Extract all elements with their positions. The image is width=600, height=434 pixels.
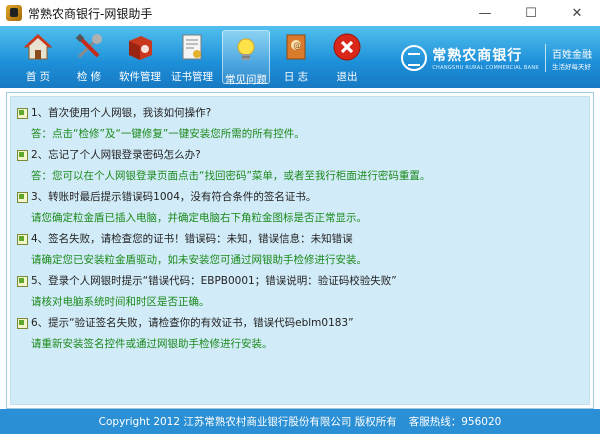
certificate-icon bbox=[182, 34, 202, 60]
svg-text:@: @ bbox=[293, 41, 301, 50]
brand-divider bbox=[545, 44, 546, 72]
faq-answer: 答：您可以在个人网银登录页面点击“找回密码”菜单，或者至我行柜面进行密码重置。 bbox=[17, 165, 583, 186]
faq-answer-text: 请您确定粒金盾已插入电脑，并确定电脑右下角粒金图标是否正常显示。 bbox=[31, 212, 367, 224]
faq-question-text: 1、首次使用个人网银，我该如何操作? bbox=[31, 107, 212, 119]
bank-name: 常熟农商银行 bbox=[432, 48, 523, 64]
tools-icon bbox=[75, 33, 102, 59]
toolbar-faq-label: 常见问题 bbox=[225, 74, 267, 86]
faq-question-text: 4、签名失败，请检查您的证书！错误码：未知，错误信息：未知错误 bbox=[31, 233, 353, 245]
toolbar-repair-label: 检 修 bbox=[76, 71, 102, 83]
window-title: 常熟农商银行-网银助手 bbox=[28, 6, 153, 21]
brand-slogan-block: 百姓金融 生活好每天好 bbox=[552, 46, 592, 71]
faq-question: 4、签名失败，请检查您的证书！错误码：未知，错误信息：未知错误 bbox=[17, 228, 583, 249]
close-button[interactable]: ✕ bbox=[554, 0, 600, 26]
faq-question-text: 5、登录个人网银时提示“错误代码：EBPB0001；错误说明：验证码校验失败” bbox=[31, 275, 397, 287]
faq-answer: 请重新安装签名控件或通过网银助手检修进行安装。 bbox=[17, 333, 583, 354]
toolbar-faq-button[interactable]: 常见问题 bbox=[222, 30, 270, 86]
question-bullet-icon bbox=[17, 317, 28, 329]
brand-text: 常熟农商银行 CHANGSHU RURAL COMMERCIAL BANK bbox=[432, 45, 539, 71]
faq-question: 6、提示“验证签名失败，请检查你的有效证书，错误代码eblm0183” bbox=[17, 312, 583, 333]
lightbulb-icon bbox=[237, 38, 255, 60]
faq-answer-text: 请重新安装签名控件或通过网银助手检修进行安装。 bbox=[31, 338, 273, 350]
minimize-button[interactable]: — bbox=[462, 0, 508, 26]
toolbar-certificate-label: 证书管理 bbox=[171, 71, 213, 83]
faq-answer-text: 请核对电脑系统时间和时区是否正确。 bbox=[31, 296, 210, 308]
toolbar-software-label: 软件管理 bbox=[119, 71, 161, 83]
faq-list: 1、首次使用个人网银，我该如何操作? 答：点击“检修”及“一键修复”一键安装您所… bbox=[17, 102, 583, 354]
bank-logo-icon bbox=[401, 45, 428, 71]
toolbar-certificate-button[interactable]: 证书管理 bbox=[169, 28, 215, 84]
log-book-icon: @ bbox=[286, 34, 306, 60]
question-bullet-icon bbox=[17, 191, 28, 203]
title-bar: 常熟农商银行-网银助手 — ☐ ✕ bbox=[0, 0, 600, 26]
toolbar-home-button[interactable]: 首 页 bbox=[15, 28, 61, 84]
window-controls: — ☐ ✕ bbox=[462, 0, 600, 26]
faq-answer-text: 答：您可以在个人网银登录页面点击“找回密码”菜单，或者至我行柜面进行密码重置。 bbox=[31, 170, 431, 182]
home-icon bbox=[23, 34, 53, 60]
toolbar-log-button[interactable]: @ 日 志 bbox=[273, 28, 319, 84]
software-box-icon bbox=[129, 36, 152, 60]
faq-answer-text: 答：点击“检修”及“一键修复”一键安装您所需的所有控件。 bbox=[31, 128, 305, 140]
main-toolbar: 首 页 检 修 软件管理 证书管理 常见问题 @ 日 志 退出 常熟农商银行 C… bbox=[0, 26, 600, 88]
toolbar-exit-label: 退出 bbox=[336, 71, 358, 83]
faq-panel[interactable]: 1、首次使用个人网银，我该如何操作? 答：点击“检修”及“一键修复”一键安装您所… bbox=[10, 96, 590, 405]
toolbar-repair-button[interactable]: 检 修 bbox=[66, 28, 112, 84]
exit-icon bbox=[333, 33, 361, 61]
brand-slogan-sub: 生活好每天好 bbox=[552, 62, 591, 71]
faq-answer: 请您确定粒金盾已插入电脑，并确定电脑右下角粒金图标是否正常显示。 bbox=[17, 207, 583, 228]
faq-question: 3、转账时最后提示错误码1004，没有符合条件的签名证书。 bbox=[17, 186, 583, 207]
toolbar-exit-button[interactable]: 退出 bbox=[324, 28, 370, 84]
copyright-text: Copyright 2012 江苏常熟农村商业银行股份有限公司 版权所有 bbox=[98, 416, 397, 428]
question-bullet-icon bbox=[17, 233, 28, 245]
faq-answer-text: 请确定您已安装粒金盾驱动，如未安装您可通过网银助手检修进行安装。 bbox=[31, 254, 367, 266]
question-bullet-icon bbox=[17, 107, 28, 119]
faq-answer: 请确定您已安装粒金盾驱动，如未安装您可通过网银助手检修进行安装。 bbox=[17, 249, 583, 270]
faq-question-text: 2、忘记了个人网银登录密码怎么办? bbox=[31, 149, 201, 161]
bank-english-name: CHANGSHU RURAL COMMERCIAL BANK bbox=[432, 65, 539, 71]
faq-answer: 请核对电脑系统时间和时区是否正确。 bbox=[17, 291, 583, 312]
content-frame: 1、首次使用个人网银，我该如何操作? 答：点击“检修”及“一键修复”一键安装您所… bbox=[6, 92, 594, 409]
faq-question: 2、忘记了个人网银登录密码怎么办? bbox=[17, 144, 583, 165]
hotline-text: 客服热线：956020 bbox=[408, 416, 502, 428]
brand-slogan: 百姓金融 bbox=[552, 49, 592, 61]
toolbar-log-label: 日 志 bbox=[283, 71, 309, 83]
toolbar-home-label: 首 页 bbox=[25, 71, 51, 83]
bank-brand: 常熟农商银行 CHANGSHU RURAL COMMERCIAL BANK 百姓… bbox=[401, 40, 592, 76]
question-bullet-icon bbox=[17, 275, 28, 287]
faq-question-text: 3、转账时最后提示错误码1004，没有符合条件的签名证书。 bbox=[31, 191, 317, 203]
faq-question: 5、登录个人网银时提示“错误代码：EBPB0001；错误说明：验证码校验失败” bbox=[17, 270, 583, 291]
maximize-button[interactable]: ☐ bbox=[508, 0, 554, 26]
faq-question-text: 6、提示“验证签名失败，请检查你的有效证书，错误代码eblm0183” bbox=[31, 317, 354, 329]
question-bullet-icon bbox=[17, 149, 28, 161]
faq-question: 1、首次使用个人网银，我该如何操作? bbox=[17, 102, 583, 123]
faq-answer: 答：点击“检修”及“一键修复”一键安装您所需的所有控件。 bbox=[17, 123, 583, 144]
app-icon bbox=[6, 5, 22, 21]
status-footer: Copyright 2012 江苏常熟农村商业银行股份有限公司 版权所有 客服热… bbox=[0, 409, 600, 434]
toolbar-software-button[interactable]: 软件管理 bbox=[117, 28, 163, 84]
